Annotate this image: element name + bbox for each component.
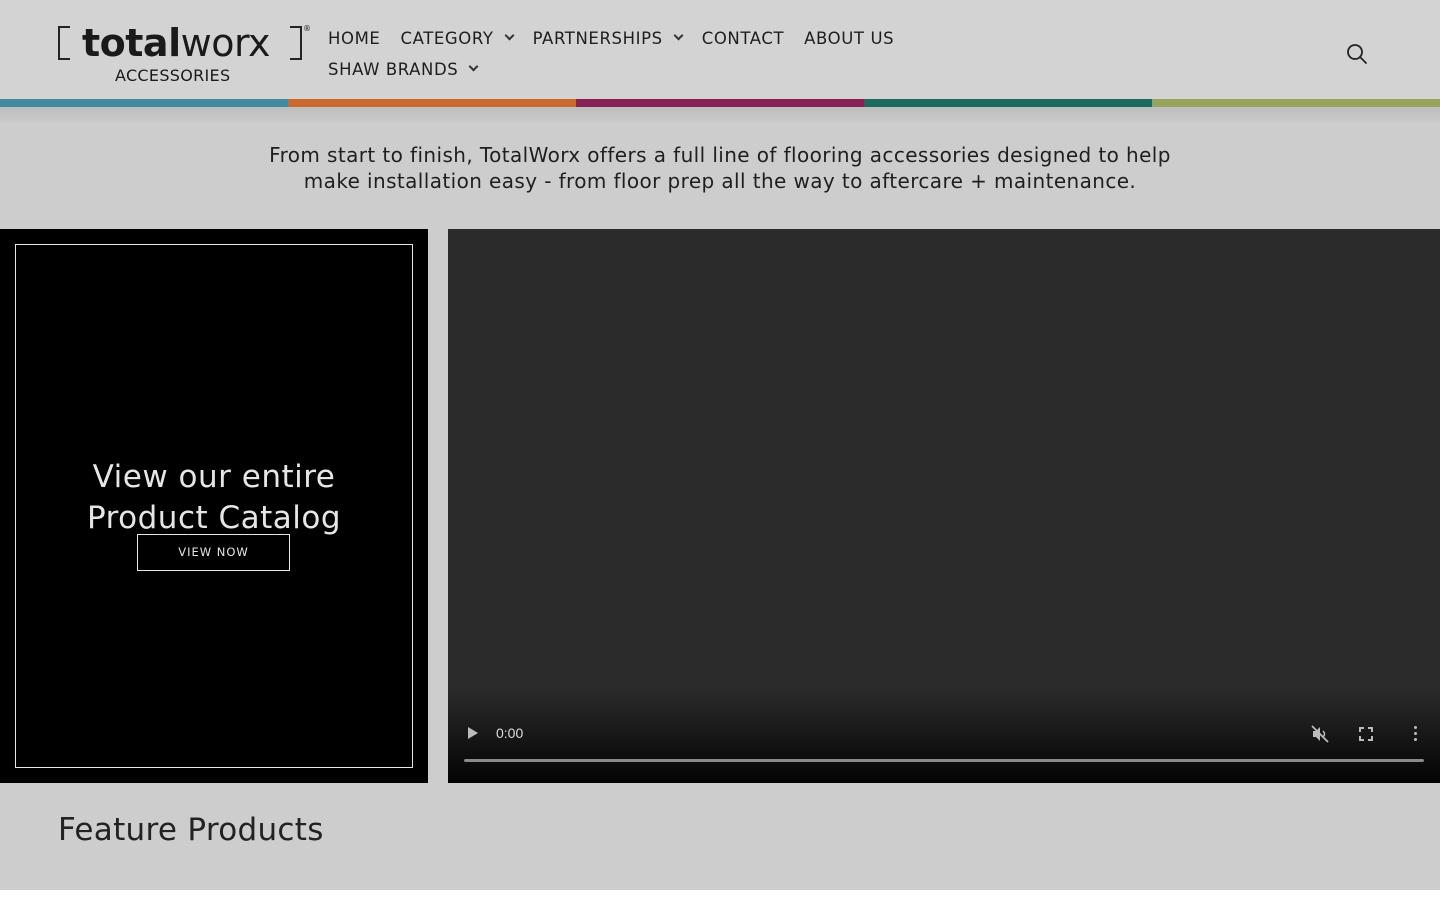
catalog-card: View our entire Product Catalog VIEW NOW [0, 229, 428, 783]
nav-label: SHAW BRANDS [328, 59, 459, 79]
chevron-down-icon [468, 61, 479, 72]
catalog-title-line-2: Product Catalog [86, 500, 342, 536]
nav-item-home[interactable]: HOME [328, 29, 380, 48]
stripe-teal [0, 99, 288, 107]
nav-label: CONTACT [701, 28, 785, 48]
view-now-button[interactable]: VIEW NOW [137, 534, 290, 571]
catalog-title: View our entire Product Catalog [16, 457, 412, 539]
nav-row-2: SHAW BRANDS [328, 57, 1008, 81]
stripe-olive [1152, 99, 1440, 107]
intro-line-2: make installation easy - from floor prep… [303, 169, 1137, 193]
nav-item-shaw-brands[interactable]: SHAW BRANDS [328, 59, 479, 79]
nav-item-category[interactable]: CATEGORY [400, 28, 515, 48]
fullscreen-icon[interactable] [1359, 726, 1373, 741]
play-icon[interactable] [468, 727, 478, 739]
logo-word-light: worx [180, 21, 271, 65]
stripe-orange [288, 99, 576, 107]
header-shadow [0, 107, 1440, 125]
video-progress-bar[interactable] [464, 759, 1424, 762]
feature-products-heading: Feature Products [58, 812, 324, 848]
fullscreen-icon-svg [1359, 727, 1373, 741]
video-controls-gradient [448, 688, 1440, 783]
search-icon-svg [1347, 44, 1367, 64]
nav-item-contact[interactable]: CONTACT [702, 29, 784, 48]
video-player[interactable]: 0:00 [448, 229, 1440, 783]
stripe-magenta [576, 99, 864, 107]
nav-label: CATEGORY [400, 28, 494, 48]
nav-label: ABOUT US [804, 28, 895, 48]
site-header: totalworx ® ACCESSORIES HOME CATEGORY PA… [0, 0, 1440, 100]
video-time: 0:00 [496, 725, 524, 741]
intro-line-1: From start to finish, TotalWorx offers a… [269, 143, 1171, 167]
chevron-down-icon [673, 30, 684, 41]
search-icon[interactable] [1346, 43, 1368, 65]
intro-text: From start to finish, TotalWorx offers a… [220, 142, 1220, 194]
muted-speaker-icon-svg [1311, 725, 1329, 743]
logo-subtitle: ACCESSORIES [115, 66, 231, 85]
nav-label: PARTNERSHIPS [532, 28, 663, 48]
more-options-icon[interactable] [1412, 726, 1418, 742]
main-nav: HOME CATEGORY PARTNERSHIPS CONTACT ABOUT… [328, 26, 1008, 88]
chevron-down-icon [504, 30, 515, 41]
logo-wordmark: totalworx [82, 21, 271, 65]
logo-registered-mark: ® [303, 24, 311, 33]
totalworx-logo[interactable]: totalworx ® ACCESSORIES [56, 22, 312, 88]
brand-color-stripes [0, 99, 1440, 107]
stripe-green [864, 99, 1152, 107]
nav-label: HOME [328, 28, 381, 48]
page-bottom-edge [0, 890, 1440, 900]
logo-word-bold: total [82, 21, 181, 65]
nav-item-about-us[interactable]: ABOUT US [804, 29, 894, 48]
logo-bracket-right [290, 26, 302, 60]
catalog-title-line-1: View our entire [92, 459, 336, 495]
muted-speaker-icon[interactable] [1310, 724, 1330, 744]
catalog-frame: View our entire Product Catalog VIEW NOW [15, 244, 413, 768]
logo-bracket-left [58, 26, 70, 60]
nav-row-1: HOME CATEGORY PARTNERSHIPS CONTACT ABOUT… [328, 26, 1008, 50]
nav-item-partnerships[interactable]: PARTNERSHIPS [532, 28, 684, 48]
